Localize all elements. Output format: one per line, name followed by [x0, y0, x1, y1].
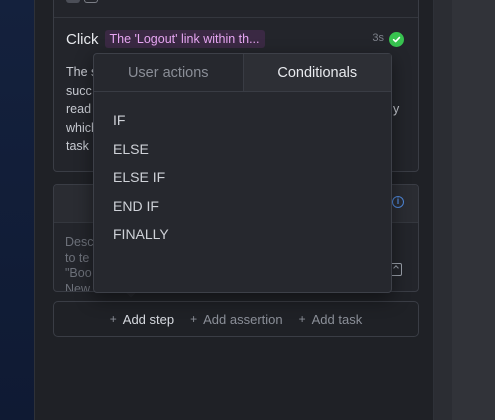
step-header: Click The 'Logout' link within th... — [66, 30, 265, 48]
step-duration: 3s — [372, 32, 384, 44]
dropdown-tabs: User actions Conditionals — [94, 54, 391, 92]
step-card-controls — [66, 0, 98, 7]
right-sidebar — [434, 0, 495, 420]
menu-item-else[interactable]: ELSE — [94, 135, 391, 164]
step-action-label: Click — [66, 30, 99, 48]
step-type-dropdown: User actions Conditionals IF ELSE ELSE I… — [93, 53, 392, 293]
add-step-label: Add step — [122, 311, 175, 327]
add-task-label: Add task — [311, 311, 363, 327]
tab-conditionals[interactable]: Conditionals — [242, 54, 391, 91]
plus-icon: + — [109, 312, 117, 326]
right-sidebar-inner — [452, 0, 495, 420]
add-task-button[interactable]: + Add task — [299, 312, 363, 327]
menu-item-else-if[interactable]: ELSE IF — [94, 163, 391, 192]
add-step-button[interactable]: + Add step — [110, 312, 174, 327]
plus-icon: + — [190, 312, 198, 326]
plus-icon: + — [298, 312, 306, 326]
drag-handle-icon[interactable] — [66, 0, 80, 3]
add-assertion-button[interactable]: + Add assertion — [190, 312, 283, 327]
step-divider — [54, 17, 418, 18]
info-icon[interactable]: i — [392, 196, 404, 208]
conditionals-menu: IF ELSE ELSE IF END IF FINALLY — [94, 92, 391, 249]
menu-item-end-if[interactable]: END IF — [94, 192, 391, 221]
add-bar: + Add step + Add assertion + Add task — [53, 301, 419, 337]
add-assertion-label: Add assertion — [203, 311, 283, 327]
description-tail: y — [393, 102, 400, 116]
menu-item-if[interactable]: IF — [94, 106, 391, 135]
left-background — [0, 0, 34, 420]
checkbox-icon[interactable] — [84, 0, 98, 3]
menu-item-finally[interactable]: FINALLY — [94, 220, 391, 249]
tab-user-actions[interactable]: User actions — [94, 54, 243, 91]
check-circle-icon — [389, 32, 404, 47]
locator-chip[interactable]: The 'Logout' link within th... — [104, 30, 265, 48]
